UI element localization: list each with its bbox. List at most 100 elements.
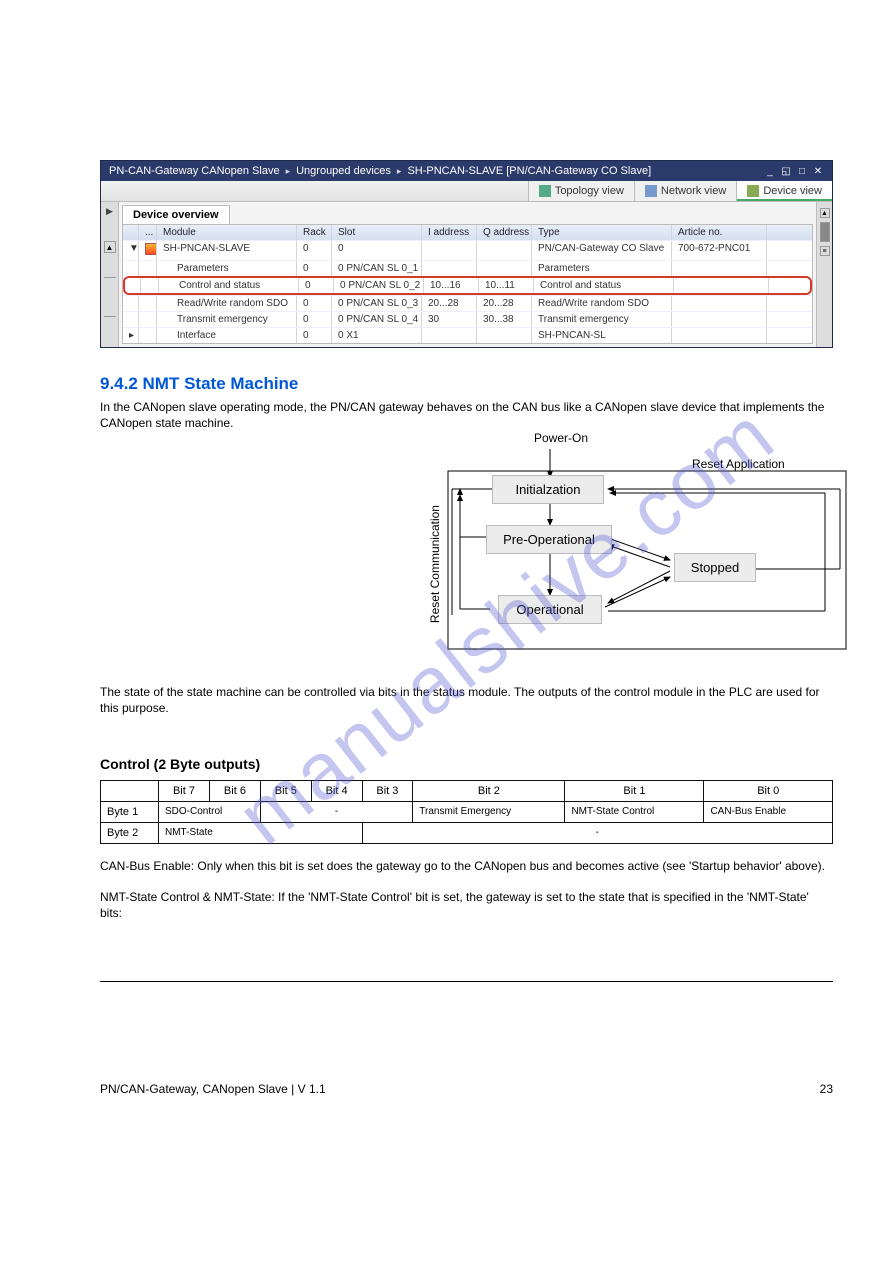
- cell-reserved: -: [260, 802, 412, 823]
- col-dots: ...: [139, 225, 157, 240]
- close-icon[interactable]: ✕: [812, 165, 824, 177]
- expand-toggle-icon[interactable]: [123, 261, 139, 276]
- cell-article: [672, 312, 767, 327]
- cell-can-bus-enable: CAN-Bus Enable: [704, 802, 833, 823]
- network-view-button[interactable]: Network view: [634, 181, 736, 201]
- cell-rack: 0: [297, 261, 332, 276]
- cell-iaddress: [422, 261, 477, 276]
- tia-portal-window: PN-CAN-Gateway CANopen Slave Ungrouped d…: [100, 160, 833, 348]
- left-gutter: ▶ ▲: [101, 202, 119, 347]
- cell-article: [672, 296, 767, 311]
- expand-toggle-icon[interactable]: [123, 312, 139, 327]
- label-reset-communication: Reset Communication: [428, 505, 442, 623]
- page-footer: PN/CAN-Gateway, CANopen Slave | V 1.1 23: [100, 1082, 833, 1096]
- expand-toggle-icon[interactable]: ▼: [123, 241, 139, 260]
- breadcrumb: PN-CAN-Gateway CANopen Slave Ungrouped d…: [109, 165, 651, 177]
- nmt-note-paragraph: The state of the state machine can be co…: [100, 685, 833, 716]
- col-module[interactable]: Module: [157, 225, 297, 240]
- cell-byte1-label: Byte 1: [101, 802, 159, 823]
- cell-iaddress: 30: [422, 312, 477, 327]
- expand-toggle-icon[interactable]: [123, 296, 139, 311]
- scroll-up-icon[interactable]: ▲: [104, 241, 116, 253]
- cell-slot: 0 X1: [332, 328, 422, 343]
- col-bit3: Bit 3: [362, 781, 413, 802]
- table-row[interactable]: Control and status 00 PN/CAN SL 0_2 10...1…: [123, 276, 812, 295]
- cell-iaddress: [422, 241, 477, 260]
- network-view-label: Network view: [661, 185, 726, 197]
- device-view-button[interactable]: Device view: [736, 181, 832, 201]
- scroll-up-icon[interactable]: ▲: [820, 208, 830, 218]
- control-bits-table: Bit 7 Bit 6 Bit 5 Bit 4 Bit 3 Bit 2 Bit …: [100, 780, 833, 844]
- maximize-icon[interactable]: □: [796, 165, 808, 177]
- topology-view-button[interactable]: Topology view: [528, 181, 634, 201]
- state-stopped: Stopped: [674, 553, 756, 582]
- col-bit0: Bit 0: [704, 781, 833, 802]
- cell-qaddress: 30...38: [477, 312, 532, 327]
- breadcrumb-item[interactable]: SH-PNCAN-SLAVE [PN/CAN-Gateway CO Slave]: [407, 165, 651, 177]
- cell-sdo-control: SDO-Control: [159, 802, 261, 823]
- cell-module: SH-PNCAN-SLAVE: [157, 241, 297, 260]
- cell-reserved2: -: [362, 823, 833, 844]
- scrollbar-thumb[interactable]: [820, 222, 830, 242]
- table-header-row: ... Module Rack Slot I address Q address…: [123, 225, 812, 240]
- module-icon: [139, 312, 157, 327]
- cell-transmit-emergency: Transmit Emergency: [413, 802, 565, 823]
- footer-rule: [100, 981, 833, 982]
- expand-toggle-icon[interactable]: [125, 278, 141, 293]
- cell-byte2-label: Byte 2: [101, 823, 159, 844]
- module-icon: [141, 278, 159, 293]
- cell-module: Interface: [157, 328, 297, 343]
- topology-view-label: Topology view: [555, 185, 624, 197]
- expand-toggle-icon[interactable]: ▸: [123, 328, 139, 343]
- scroll-line-icon[interactable]: ≡: [820, 246, 830, 256]
- table-row[interactable]: ▸Interface00 X1SH-PNCAN-SL: [123, 327, 812, 343]
- restore-icon[interactable]: ◱: [780, 165, 792, 177]
- breadcrumb-separator: [397, 165, 402, 177]
- table-row[interactable]: Parameters00 PN/CAN SL 0_1Parameters: [123, 260, 812, 276]
- col-iaddress[interactable]: I address: [422, 225, 477, 240]
- col-rack[interactable]: Rack: [297, 225, 332, 240]
- cell-slot: 0 PN/CAN SL 0_1: [332, 261, 422, 276]
- module-icon: [139, 241, 157, 260]
- cell-qaddress: 20...28: [477, 296, 532, 311]
- table-row[interactable]: Read/Write random SDO00 PN/CAN SL 0_320.…: [123, 295, 812, 311]
- cell-type: Parameters: [532, 261, 672, 276]
- device-icon: [747, 185, 759, 197]
- control-bytes-heading: Control (2 Byte outputs): [100, 756, 833, 772]
- expand-right-icon[interactable]: ▶: [106, 206, 113, 217]
- network-icon: [645, 185, 657, 197]
- label-power-on: Power-On: [534, 431, 588, 445]
- minimize-icon[interactable]: _: [764, 165, 776, 177]
- cell-rack: 0: [299, 278, 334, 293]
- breadcrumb-separator: [286, 165, 291, 177]
- cell-rack: 0: [297, 328, 332, 343]
- table-header-row: Bit 7 Bit 6 Bit 5 Bit 4 Bit 3 Bit 2 Bit …: [101, 781, 833, 802]
- nmt-intro-paragraph: In the CANopen slave operating mode, the…: [100, 400, 833, 431]
- table-row[interactable]: Transmit emergency00 PN/CAN SL 0_43030..…: [123, 311, 812, 327]
- cell-rack: 0: [297, 241, 332, 260]
- cell-type: Control and status: [534, 278, 674, 293]
- breadcrumb-item[interactable]: PN-CAN-Gateway CANopen Slave: [109, 165, 280, 177]
- right-gutter: ▲ ≡: [816, 202, 832, 347]
- module-icon: [139, 328, 157, 343]
- device-overview-tab[interactable]: Device overview: [122, 205, 230, 224]
- col-type[interactable]: Type: [532, 225, 672, 240]
- table-row[interactable]: ▼SH-PNCAN-SLAVE00PN/CAN-Gateway CO Slave…: [123, 240, 812, 260]
- state-initialization: Initialzation: [492, 475, 604, 504]
- col-article[interactable]: Article no.: [672, 225, 767, 240]
- cell-slot: 0 PN/CAN SL 0_2: [334, 278, 424, 293]
- scrollbar-track[interactable]: [104, 277, 116, 317]
- nmt-state-control-paragraph: NMT-State Control & NMT-State: If the 'N…: [100, 889, 833, 921]
- module-icon: [139, 296, 157, 311]
- cell-article: 700-672-PNC01: [672, 241, 767, 260]
- col-slot[interactable]: Slot: [332, 225, 422, 240]
- window-controls: _ ◱ □ ✕: [764, 165, 824, 177]
- col-qaddress[interactable]: Q address: [477, 225, 532, 240]
- cell-qaddress: [477, 328, 532, 343]
- cell-slot: 0 PN/CAN SL 0_3: [332, 296, 422, 311]
- cell-qaddress: 10...11: [479, 278, 534, 293]
- cell-module: Read/Write random SDO: [157, 296, 297, 311]
- nmt-state-diagram: Power-On Reset Application Reset Communi…: [430, 445, 850, 655]
- breadcrumb-item[interactable]: Ungrouped devices: [296, 165, 391, 177]
- col-bit6: Bit 6: [209, 781, 260, 802]
